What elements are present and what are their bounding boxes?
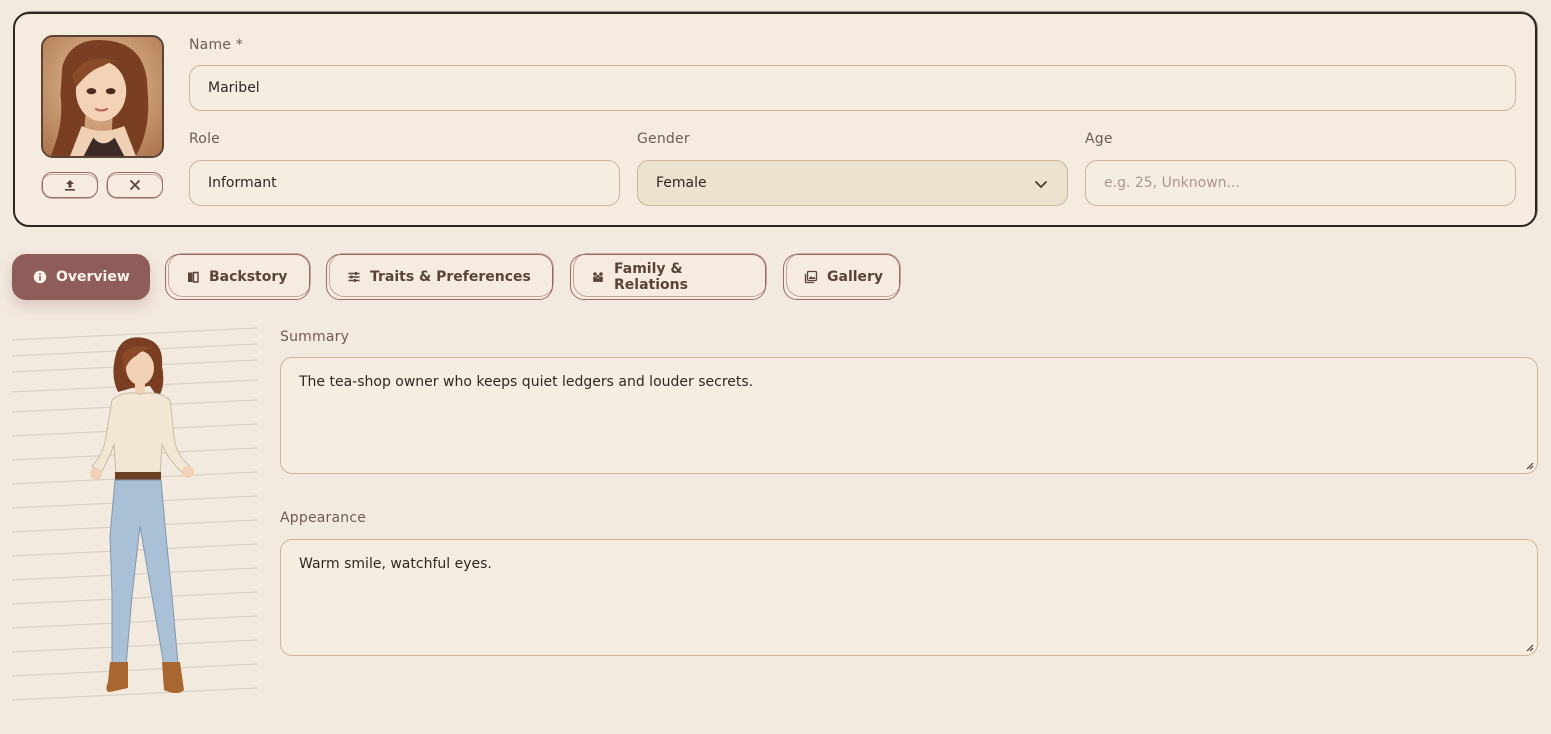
upload-icon bbox=[65, 180, 75, 191]
appearance-label: Appearance bbox=[280, 510, 367, 526]
gender-label: Gender bbox=[637, 131, 690, 147]
tab-backstory[interactable]: Backstory bbox=[165, 253, 311, 300]
image-icon bbox=[804, 270, 818, 284]
sliders-icon bbox=[348, 272, 360, 282]
people-icon bbox=[593, 272, 603, 282]
profile-card: Name * Maribel Role Informant Gender Fem… bbox=[13, 11, 1538, 227]
avatar-portrait-image bbox=[43, 37, 162, 156]
character-full-body-image bbox=[12, 326, 258, 710]
summary-textarea[interactable]: The tea-shop owner who keeps quiet ledge… bbox=[280, 357, 1538, 474]
tab-family-relations[interactable]: Family & Relations bbox=[570, 253, 767, 300]
age-input[interactable]: e.g. 25, Unknown... bbox=[1085, 160, 1516, 206]
name-label: Name * bbox=[189, 37, 243, 53]
summary-value: The tea-shop owner who keeps quiet ledge… bbox=[299, 374, 754, 390]
name-value: Maribel bbox=[208, 80, 260, 96]
tab-backstory-label: Backstory bbox=[209, 269, 288, 285]
appearance-textarea[interactable]: Warm smile, watchful eyes. bbox=[280, 539, 1538, 656]
appearance-value: Warm smile, watchful eyes. bbox=[299, 556, 492, 572]
upload-avatar-button[interactable] bbox=[41, 172, 98, 199]
avatar[interactable] bbox=[41, 35, 164, 158]
tab-traits-preferences[interactable]: Traits & Preferences bbox=[326, 253, 554, 300]
character-editor: Name * Maribel Role Informant Gender Fem… bbox=[0, 0, 1551, 734]
tab-overview-label: Overview bbox=[56, 269, 130, 285]
role-value: Informant bbox=[208, 175, 277, 191]
name-input[interactable]: Maribel bbox=[189, 65, 1516, 111]
summary-label: Summary bbox=[280, 329, 350, 345]
gender-value: Female bbox=[656, 175, 707, 191]
gender-select[interactable]: Female bbox=[637, 160, 1068, 206]
info-icon bbox=[33, 270, 47, 284]
tab-family-label: Family & Relations bbox=[614, 261, 688, 293]
close-icon bbox=[130, 180, 140, 190]
tab-overview[interactable]: Overview bbox=[12, 254, 150, 300]
tab-traits-label: Traits & Preferences bbox=[370, 269, 531, 285]
role-input[interactable]: Informant bbox=[189, 160, 620, 206]
age-label: Age bbox=[1085, 131, 1113, 147]
resize-handle-icon[interactable] bbox=[1525, 643, 1534, 652]
remove-avatar-button[interactable] bbox=[106, 172, 163, 199]
resize-handle-icon[interactable] bbox=[1525, 461, 1534, 470]
book-icon bbox=[188, 271, 199, 283]
chevron-down-icon bbox=[1035, 181, 1047, 188]
role-label: Role bbox=[189, 131, 220, 147]
tab-gallery-label: Gallery bbox=[827, 269, 884, 285]
tab-gallery[interactable]: Gallery bbox=[783, 253, 901, 300]
age-placeholder: e.g. 25, Unknown... bbox=[1104, 175, 1240, 191]
